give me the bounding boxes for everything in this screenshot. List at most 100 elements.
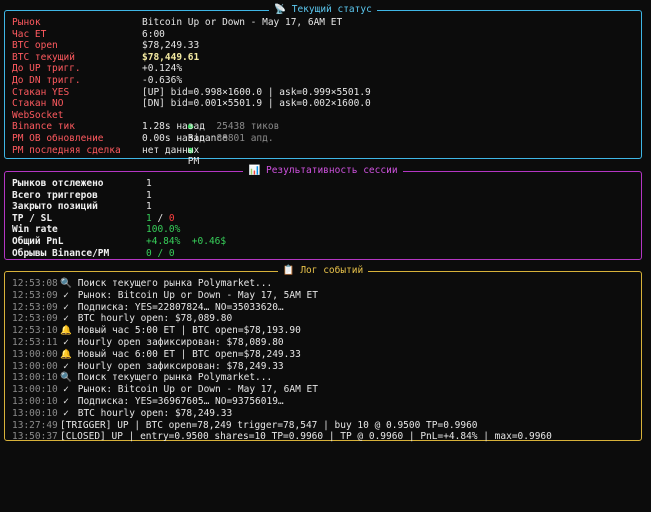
log-message: Поиск текущего рынка Polymarket...	[77, 278, 273, 289]
log-timestamp: 13:50:37	[12, 431, 58, 443]
log-entry: 13:27:49 [TRIGGER] UP | BTC open=78,249 t…	[12, 420, 635, 432]
event-log-panel: 📋 Лог событий 12:53:08 🔍 Поиск текущего р…	[4, 265, 642, 443]
log-entry: 12:53:09 ✓ Рынок: Bitcoin Up or Down - Ma…	[12, 290, 635, 302]
log-message: Подписка: YES=36967605… NO=93756019…	[77, 395, 284, 407]
status-panel-title: 📡 Текущий статус	[269, 4, 377, 15]
status-row-book-no: Стакан NO [DN] bid=0.001×5501.9 | ask=0.…	[12, 98, 635, 110]
log-entry: 12:53:10 🔔 Новый час 5:00 ET | BTC open=$…	[12, 325, 635, 337]
log-timestamp: 12:53:08	[12, 278, 58, 289]
perf-row-closed: Закрыто позиций 1	[12, 201, 635, 213]
status-btc-current-value: $78,449.61	[142, 51, 200, 63]
log-entry: 13:00:10 🔍 Поиск текущего рынка Polymarke…	[12, 372, 635, 384]
checkmark-icon: ✓	[63, 313, 69, 325]
log-message: Новый час 5:00 ET | BTC open=$78,193.90	[77, 325, 301, 337]
perf-key: Всего триггеров	[12, 189, 98, 201]
status-hour-value: 6:00	[142, 28, 165, 40]
pm-ob-update-count: 88801 апд.	[216, 132, 274, 144]
checkmark-icon: ✓	[63, 336, 69, 348]
log-entry: 13:00:10 ✓ Подписка: YES=36967605… NO=937…	[12, 396, 635, 408]
perf-row-pnl: Общий PnL +4.84% +0.46$	[12, 236, 635, 248]
perf-closed-value: 1	[146, 201, 152, 213]
log-message: Подписка: YES=22807824… NO=35033620…	[77, 301, 284, 313]
status-row-btc-open: BTC open $78,249.33	[12, 40, 635, 52]
log-entry: 13:00:00 ✓ Hourly open зафиксирован: $78,…	[12, 361, 635, 373]
log-timestamp: 12:53:11	[12, 336, 58, 348]
checkmark-icon: ✓	[63, 395, 69, 407]
perf-disconnects-value: 0 / 0	[146, 247, 175, 259]
pm-ob-update-age: 0.00s назад	[142, 132, 205, 144]
status-row-pm-last-trade: PM последняя сделка нет данных	[12, 145, 635, 157]
perf-tp-sl-separator: /	[151, 212, 169, 224]
checkmark-icon: ✓	[63, 384, 69, 396]
status-key: Binance тик	[12, 121, 75, 133]
log-entry: 12:53:09 ✓ BTC hourly open: $78,089.80	[12, 313, 635, 325]
log-timestamp: 12:53:09	[12, 301, 58, 313]
perf-key: Рынков отслежено	[12, 178, 104, 189]
performance-panel: 📊 Результативность сессии Рынков отслеже…	[4, 165, 642, 260]
log-timestamp: 12:53:09	[12, 313, 58, 325]
status-row-binance-tick: Binance тик 1.28s назад 25438 тиков	[12, 121, 635, 133]
search-icon: 🔍	[60, 278, 72, 289]
log-timestamp: 13:00:10	[12, 395, 58, 407]
log-message: BTC hourly open: $78,089.80	[77, 313, 233, 325]
bell-icon: 🔔	[60, 348, 72, 360]
log-entry: 13:50:37 [CLOSED] UP | entry=0.9500 share…	[12, 431, 635, 443]
log-entry: 12:53:11 ✓ Hourly open зафиксирован: $78,…	[12, 337, 635, 349]
log-entry: 13:00:10 ✓ Рынок: Bitcoin Up or Down - Ma…	[12, 384, 635, 396]
status-row-dn-trigger: До DN тригг. -0.636%	[12, 75, 635, 87]
log-message: BTC hourly open: $78,249.33	[77, 407, 233, 419]
status-key: Стакан NO	[12, 98, 64, 110]
checkmark-icon: ✓	[63, 407, 69, 419]
log-message: Новый час 6:00 ET | BTC open=$78,249.33	[77, 348, 301, 360]
status-key: До UP тригг.	[12, 63, 81, 75]
performance-panel-title: 📊 Результативность сессии	[243, 165, 403, 176]
perf-row-winrate: Win rate 100.0%	[12, 224, 635, 236]
perf-key: Обрывы Binance/PM	[12, 247, 110, 259]
perf-row-disconnects: Обрывы Binance/PM 0 / 0	[12, 248, 635, 260]
status-book-yes-value: [UP] bid=0.998×1600.0 | ask=0.999×5501.9	[142, 86, 371, 98]
perf-key: TP / SL	[12, 212, 53, 224]
log-message: Поиск текущего рынка Polymarket...	[77, 372, 273, 384]
pm-last-trade-value: нет данных	[142, 144, 200, 156]
status-key: До DN тригг.	[12, 74, 81, 86]
status-key: WebSocket	[12, 109, 64, 121]
perf-winrate-value: 100.0%	[146, 224, 181, 236]
status-row-hour: Час ET 6:00	[12, 29, 635, 41]
status-row-up-trigger: До UP тригг. +0.124%	[12, 63, 635, 75]
perf-markets-value: 1	[146, 178, 152, 189]
checkmark-icon: ✓	[63, 289, 69, 301]
status-row-book-yes: Стакан YES [UP] bid=0.998×1600.0 | ask=0…	[12, 87, 635, 99]
log-timestamp: 13:00:00	[12, 348, 58, 360]
log-entry: 13:00:00 🔔 Новый час 6:00 ET | BTC open=$…	[12, 349, 635, 361]
log-timestamp: 13:00:10	[12, 384, 58, 396]
log-message: Рынок: Bitcoin Up or Down - May 17, 5AM …	[77, 289, 318, 301]
perf-row-markets: Рынков отслежено 1	[12, 178, 635, 190]
status-key: Рынок	[12, 17, 41, 28]
perf-triggers-value: 1	[146, 189, 152, 201]
log-timestamp: 12:53:10	[12, 325, 58, 337]
log-entry: 12:53:08 🔍 Поиск текущего рынка Polymarke…	[12, 278, 635, 290]
log-message: Hourly open зафиксирован: $78,089.80	[77, 336, 284, 348]
status-row-websocket: WebSocket ● Binance ● PM	[12, 109, 635, 167]
checkmark-icon: ✓	[63, 360, 69, 372]
status-row-btc-current: BTC текущий $78,449.61	[12, 52, 635, 64]
log-message: Рынок: Bitcoin Up or Down - May 17, 6AM …	[77, 384, 318, 396]
checkmark-icon: ✓	[63, 301, 69, 313]
perf-row-tp-sl: TP / SL 1 / 0	[12, 213, 635, 225]
binance-tick-age: 1.28s назад	[142, 121, 205, 133]
status-key: PM последняя сделка	[12, 144, 121, 156]
log-message: Hourly open зафиксирован: $78,249.33	[77, 360, 284, 372]
perf-key: Общий PnL	[12, 235, 64, 247]
status-key: PM OB обновление	[12, 132, 104, 144]
log-timestamp: 12:53:09	[12, 289, 58, 301]
perf-row-triggers: Всего триггеров 1	[12, 190, 635, 202]
status-key: BTC open	[12, 40, 58, 52]
perf-key: Закрыто позиций	[12, 201, 98, 213]
status-key: BTC текущий	[12, 51, 75, 63]
log-timestamp: 13:00:10	[12, 407, 58, 419]
log-message: [CLOSED] UP | entry=0.9500 shares=10 TP=…	[60, 431, 552, 443]
perf-pnl-pct: +4.84%	[146, 235, 181, 247]
status-row-pm-ob-update: PM OB обновление 0.00s назад 88801 апд.	[12, 133, 635, 145]
log-message: [TRIGGER] UP | BTC open=78,249 trigger=7…	[60, 419, 478, 431]
status-btc-open-value: $78,249.33	[142, 40, 200, 52]
